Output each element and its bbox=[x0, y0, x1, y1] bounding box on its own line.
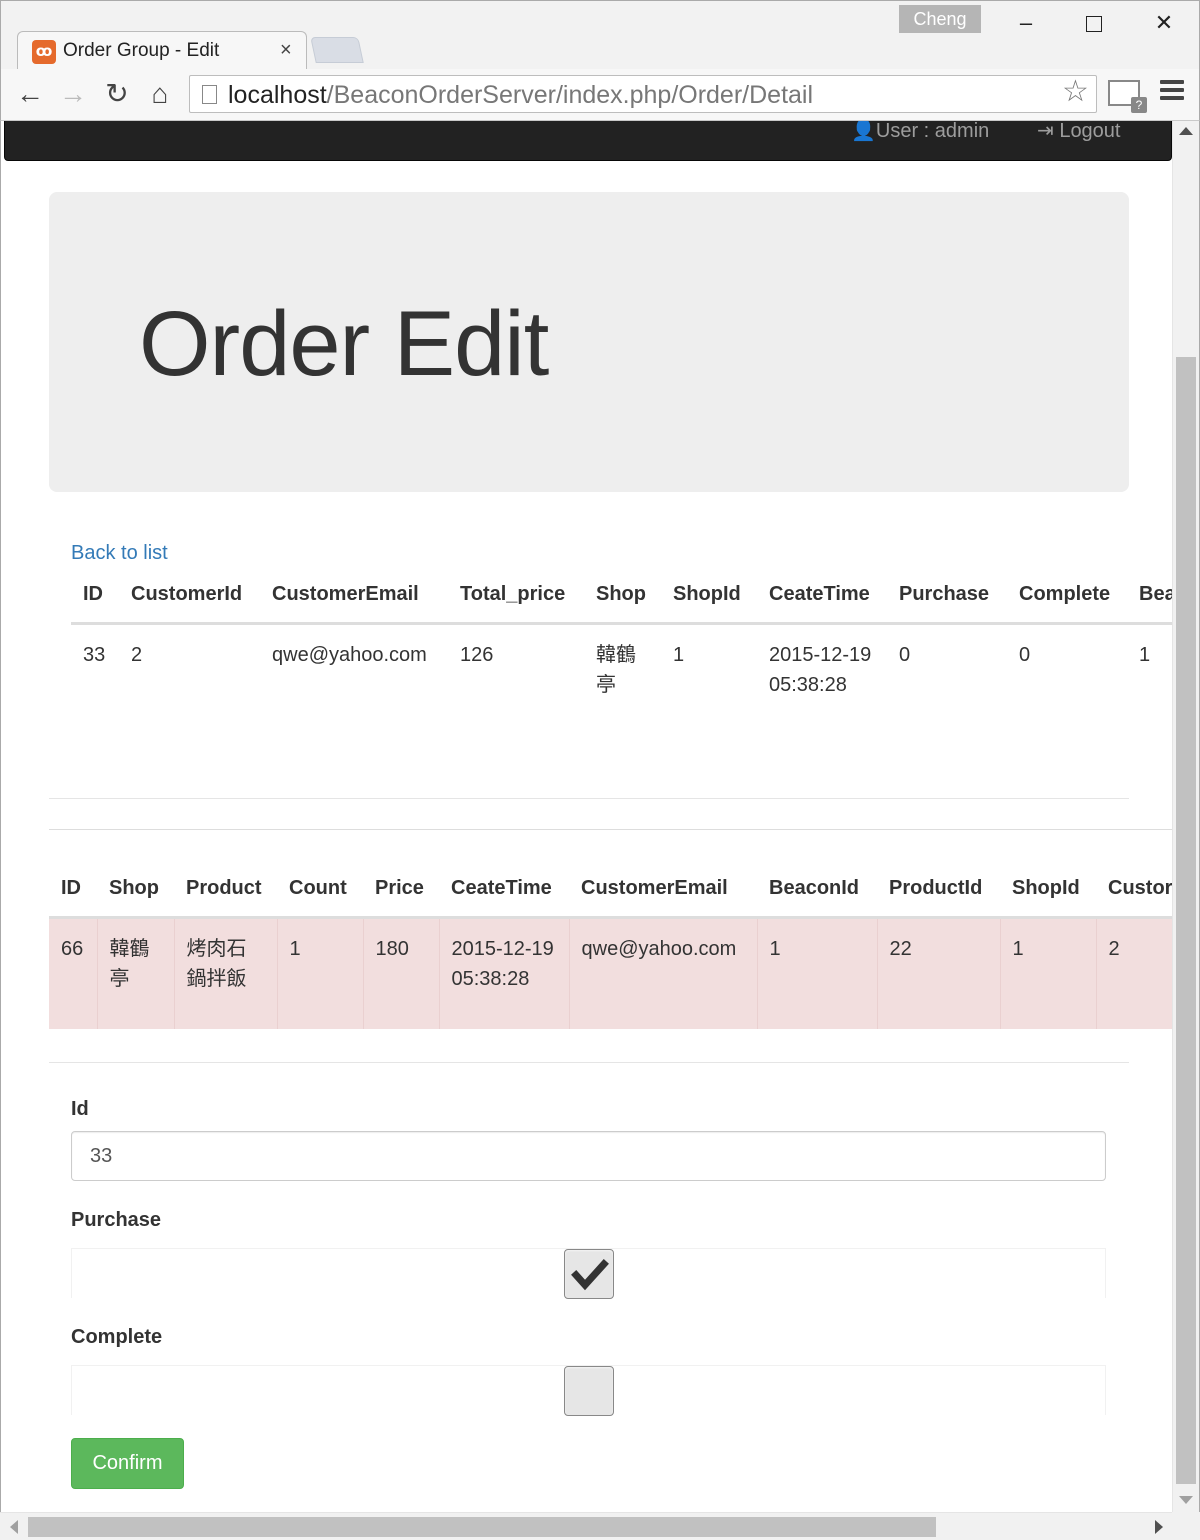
cell-beacon-id: 1 bbox=[756, 917, 877, 1029]
col-shop-id: ShopId bbox=[673, 583, 741, 605]
cell-product-id: 22 bbox=[876, 917, 1000, 1029]
purchase-checkbox[interactable] bbox=[564, 1249, 614, 1299]
xampp-favicon-icon: ꝏ bbox=[32, 40, 56, 64]
col-shop-id: ShopId bbox=[1012, 877, 1080, 899]
col-id: ID bbox=[83, 583, 103, 605]
order-detail-table: ID Shop Product Count Price CeateTime Cu… bbox=[49, 869, 1199, 1029]
cell-customer-id: 2 bbox=[131, 643, 143, 666]
id-input[interactable] bbox=[71, 1131, 1106, 1181]
detail-table-header: ID Shop Product Count Price CeateTime Cu… bbox=[49, 869, 1199, 917]
scroll-left-icon[interactable] bbox=[10, 1520, 18, 1534]
complete-checkbox[interactable] bbox=[564, 1366, 614, 1416]
maximize-icon bbox=[1086, 16, 1102, 33]
col-purchase: Purchase bbox=[899, 583, 990, 605]
browser-tab[interactable]: ꝏ Order Group - Edit × bbox=[17, 31, 307, 71]
cell-price: 180 bbox=[362, 917, 439, 1029]
purchase-label: Purchase bbox=[71, 1209, 162, 1231]
profile-button[interactable]: Cheng bbox=[899, 5, 981, 33]
order-table-header: ID CustomerId CustomerEmail Total_price … bbox=[71, 575, 1199, 623]
scroll-corner bbox=[1172, 1512, 1200, 1540]
cell-shop: 韓鶴亭 bbox=[596, 643, 636, 696]
col-beacon-id: BeaconId bbox=[769, 877, 860, 899]
horizontal-scroll-thumb[interactable] bbox=[28, 1517, 936, 1537]
address-bar[interactable]: localhost/BeaconOrderServer/index.php/Or… bbox=[189, 75, 1097, 113]
divider bbox=[49, 1062, 1129, 1063]
scroll-right-icon[interactable] bbox=[1155, 1520, 1163, 1534]
cell-complete: 0 bbox=[1019, 643, 1031, 666]
col-shop: Shop bbox=[109, 877, 159, 899]
top-navbar: 👤User : admin ⇥ Logout bbox=[4, 121, 1172, 161]
col-product-id: ProductId bbox=[889, 877, 983, 899]
nav-user-link[interactable]: 👤User : admin bbox=[851, 121, 989, 143]
page-title: Order Edit bbox=[139, 293, 549, 395]
complete-field bbox=[71, 1365, 1106, 1416]
cell-id: 33 bbox=[83, 643, 106, 666]
col-create-time: CeateTime bbox=[451, 877, 552, 899]
divider bbox=[49, 829, 1179, 830]
cell-create-time: 2015-12-19 05:38:28 bbox=[438, 917, 569, 1029]
col-price: Price bbox=[375, 877, 424, 899]
minimize-button[interactable]: – bbox=[1003, 3, 1049, 43]
back-to-list-link[interactable]: Back to list bbox=[71, 542, 168, 565]
new-tab-button[interactable] bbox=[310, 37, 364, 63]
cell-customer-email: qwe@yahoo.com bbox=[568, 917, 757, 1029]
back-button[interactable]: ← bbox=[13, 77, 47, 111]
vertical-scroll-thumb[interactable] bbox=[1176, 357, 1196, 1484]
divider bbox=[49, 798, 1129, 799]
scroll-down-icon[interactable] bbox=[1179, 1496, 1193, 1504]
forward-button[interactable]: → bbox=[56, 77, 90, 111]
purchase-field bbox=[71, 1248, 1106, 1299]
confirm-button[interactable]: Confirm bbox=[71, 1438, 184, 1489]
col-product: Product bbox=[186, 877, 262, 899]
url-host: localhost bbox=[228, 81, 327, 109]
nav-logout-link[interactable]: ⇥ Logout bbox=[1037, 121, 1121, 143]
tab-title: Order Group - Edit bbox=[63, 40, 220, 61]
jumbotron: Order Edit bbox=[49, 192, 1129, 492]
col-customer-email: CustomerEmail bbox=[581, 877, 728, 899]
cell-customer-email: qwe@yahoo.com bbox=[272, 643, 427, 666]
col-shop: Shop bbox=[596, 583, 646, 605]
cell-shop-id: 1 bbox=[999, 917, 1096, 1029]
col-total-price: Total_price bbox=[460, 583, 566, 605]
page-icon bbox=[202, 85, 217, 104]
col-count: Count bbox=[289, 877, 347, 899]
maximize-button[interactable] bbox=[1071, 3, 1117, 43]
cell-total-price: 126 bbox=[460, 643, 494, 666]
cell-shop: 韓鶴亭 bbox=[96, 917, 174, 1029]
browser-titlebar: Cheng – ✕ ꝏ Order Group - Edit × bbox=[0, 0, 1200, 71]
checkmark-icon bbox=[571, 1259, 609, 1291]
url-text: localhost/BeaconOrderServer/index.php/Or… bbox=[228, 81, 813, 110]
home-button[interactable]: ⌂ bbox=[143, 77, 177, 111]
url-path: /BeaconOrderServer/index.php/Order/Detai… bbox=[326, 81, 814, 109]
cell-shop-id: 1 bbox=[673, 643, 685, 666]
col-complete: Complete bbox=[1019, 583, 1111, 605]
vertical-scrollbar[interactable] bbox=[1172, 121, 1199, 1512]
col-customer-email: CustomerEmail bbox=[272, 583, 419, 605]
table-row: 33 2 qwe@yahoo.com 126 韓鶴亭 1 2015-12-19 … bbox=[71, 623, 1199, 753]
close-window-button[interactable]: ✕ bbox=[1141, 3, 1187, 43]
col-customer-id: CustomerId bbox=[131, 583, 243, 605]
page-viewport: 👤User : admin ⇥ Logout Order Edit Back t… bbox=[0, 121, 1200, 1540]
cell-count: 1 bbox=[276, 917, 363, 1029]
table-row: 66 韓鶴亭 烤肉石鍋拌飯 1 180 2015-12-19 05:38:28 … bbox=[49, 917, 1199, 1029]
col-id: ID bbox=[61, 877, 81, 899]
order-table: ID CustomerId CustomerEmail Total_price … bbox=[71, 575, 1199, 753]
cell-product: 烤肉石鍋拌飯 bbox=[173, 917, 277, 1029]
star-icon[interactable]: ☆ bbox=[1062, 74, 1089, 109]
cell-purchase: 0 bbox=[899, 643, 911, 666]
reload-button[interactable]: ↻ bbox=[100, 77, 134, 111]
id-label: Id bbox=[71, 1098, 89, 1120]
gmail-icon[interactable] bbox=[1108, 80, 1147, 113]
cell-id: 66 bbox=[61, 937, 84, 960]
browser-toolbar: ← → ↻ ⌂ localhost/BeaconOrderServer/inde… bbox=[0, 69, 1200, 121]
horizontal-scrollbar[interactable] bbox=[0, 1512, 1200, 1540]
tab-close-button[interactable]: × bbox=[280, 39, 292, 62]
menu-icon[interactable] bbox=[1160, 80, 1184, 102]
col-create-time: CeateTime bbox=[769, 583, 870, 605]
scroll-up-icon[interactable] bbox=[1179, 127, 1193, 135]
cell-create-time: 2015-12-19 05:38:28 bbox=[769, 643, 872, 696]
complete-label: Complete bbox=[71, 1326, 163, 1348]
